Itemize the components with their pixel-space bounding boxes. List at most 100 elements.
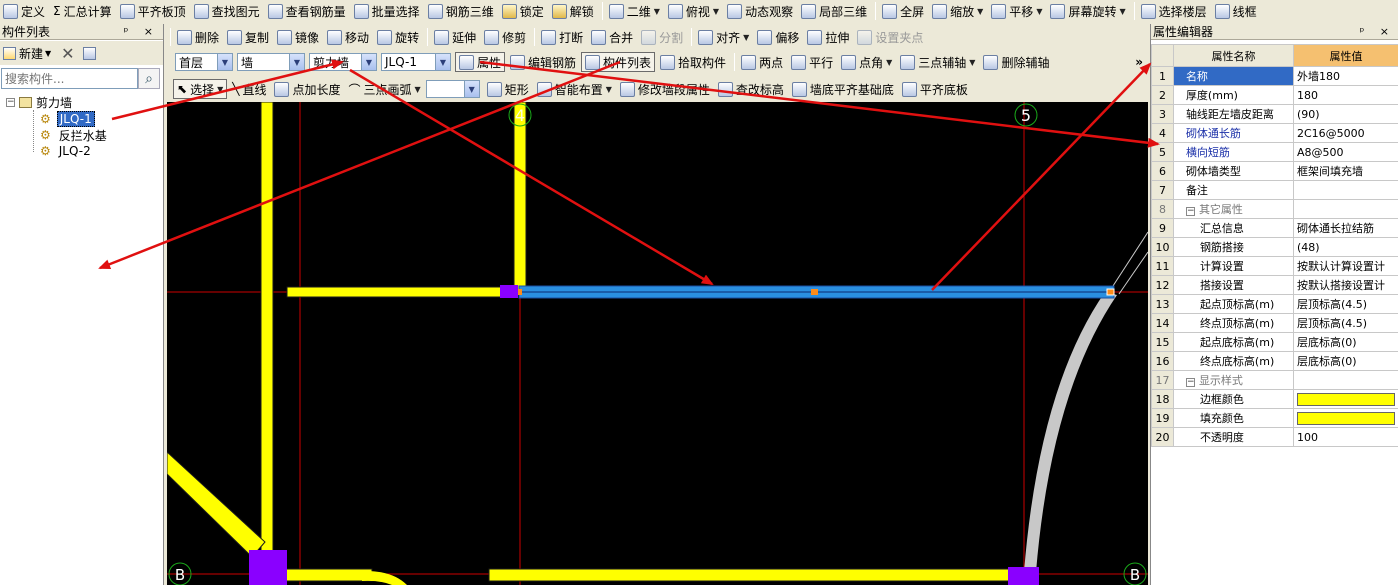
property-row[interactable]: 3 轴线距左墙皮距离 (90) [1151, 104, 1398, 124]
color-swatch[interactable] [1296, 411, 1395, 425]
property-value[interactable]: 100 [1292, 427, 1398, 447]
delete-icon[interactable]: ✕ [61, 44, 74, 63]
property-value[interactable]: (48) [1292, 237, 1398, 257]
copy-icon[interactable] [82, 46, 96, 60]
wall-bottom-align-button[interactable]: 墙底平齐基础底 [789, 79, 897, 99]
property-value[interactable] [1292, 370, 1398, 390]
property-row[interactable]: 15 起点底标高(m) 层底标高(0) [1151, 332, 1398, 352]
property-row[interactable]: 12 搭接设置 按默认搭接设置计 [1151, 275, 1398, 295]
edit-rebar-button[interactable]: 编辑钢筋 [507, 52, 579, 72]
copy-button[interactable]: 复制 [224, 27, 272, 47]
property-row[interactable]: 6 砌体墙类型 框架间填充墙 [1151, 161, 1398, 181]
screen-rotate-dropdown[interactable]: 屏幕旋转 ▼ [1047, 1, 1128, 21]
grip-endpoint[interactable] [1106, 288, 1115, 296]
line-button[interactable]: ╲ 直线 [229, 79, 269, 99]
fullscreen-button[interactable]: 全屏 [879, 1, 927, 21]
pan-dropdown[interactable]: 平移 ▼ [988, 1, 1045, 21]
wall-bottom-center[interactable] [488, 568, 1010, 582]
property-value[interactable]: 180 [1292, 85, 1398, 105]
property-row[interactable]: 8− 其它属性 [1151, 199, 1398, 219]
collapse-icon[interactable]: − [1185, 378, 1195, 387]
dynamic-view-button[interactable]: 动态观察 [724, 1, 796, 21]
property-row[interactable]: 7 备注 [1151, 180, 1398, 200]
view-rebar-button[interactable]: 查看钢筋量 [265, 1, 349, 21]
type-select[interactable]: 剪力墙 ▼ [309, 53, 377, 71]
extend-button[interactable]: 延伸 [431, 27, 479, 47]
three-point-axis-button[interactable]: 三点辅轴 ▼ [897, 52, 978, 72]
wireframe-button[interactable]: 线框 [1212, 1, 1260, 21]
rotate-button[interactable]: 旋转 [374, 27, 422, 47]
color-swatch[interactable] [1296, 392, 1395, 406]
property-value[interactable]: 外墙180 [1292, 66, 1398, 86]
tree-root-shear-wall[interactable]: − 剪力墙 [6, 94, 72, 110]
property-value[interactable]: 层底标高(0) [1292, 351, 1398, 371]
property-value[interactable]: 层底标高(0) [1292, 332, 1398, 352]
collapse-icon[interactable]: − [6, 97, 15, 107]
property-row[interactable]: 19 填充颜色 [1151, 408, 1398, 428]
align-slab-top-button[interactable]: 平齐板顶 [117, 1, 189, 21]
component-list-button[interactable]: 构件列表 [581, 52, 656, 72]
column-bottom-right[interactable] [1008, 567, 1039, 585]
wall-bottom-left[interactable] [276, 568, 373, 582]
category-select[interactable]: 墙 ▼ [237, 53, 305, 71]
property-value[interactable]: 2C16@5000 [1292, 123, 1398, 143]
property-row[interactable]: 9 汇总信息 砌体通长拉结筋 [1151, 218, 1398, 238]
tree-item-jlq-2[interactable]: ⚙ JLQ-2 [34, 143, 93, 159]
view-2d-dropdown[interactable]: 二维 ▼ [606, 1, 663, 21]
smart-layout-dropdown[interactable]: 智能布置 ▼ [534, 79, 615, 99]
property-value[interactable]: 砌体通长拉结筋 [1292, 218, 1398, 238]
blank-combo[interactable]: ▼ [425, 80, 480, 98]
mirror-button[interactable]: 镜像 [274, 27, 322, 47]
select-floor-button[interactable]: 选择楼层 [1138, 1, 1210, 21]
rectangle-button[interactable]: 矩形 [484, 79, 532, 99]
collapse-icon[interactable]: − [1185, 207, 1195, 216]
merge-button[interactable]: 合并 [588, 27, 636, 47]
wall-arc-bottom[interactable] [362, 570, 407, 585]
select-dropdown[interactable]: ⬉ 选择 ▼ [173, 79, 228, 99]
properties-button[interactable]: 属性 [455, 52, 506, 72]
property-row[interactable]: 4 砌体通长筋 2C16@5000 [1151, 123, 1398, 143]
property-row[interactable]: 1 名称 外墙180 [1151, 66, 1398, 86]
new-component-button[interactable]: 新建 ▼ [3, 45, 51, 62]
batch-select-button[interactable]: 批量选择 [351, 1, 423, 21]
drawing-svg[interactable]: 4 5 B B [167, 102, 1148, 585]
property-row[interactable]: 18 边框颜色 [1151, 389, 1398, 409]
three-point-arc-button[interactable]: ⌒ 三点画弧 ▼ [346, 79, 424, 99]
property-row[interactable]: 10 钢筋搭接 (48) [1151, 237, 1398, 257]
lock-button[interactable]: 锁定 [499, 1, 547, 21]
component-select[interactable]: JLQ-1 ▼ [381, 53, 451, 71]
column-junction[interactable] [500, 285, 518, 298]
search-icon[interactable]: ⌕ [138, 68, 160, 89]
summary-calc-button[interactable]: Σ 汇总计算 [50, 1, 115, 21]
check-elevation-button[interactable]: 查改标高 [715, 79, 787, 99]
pick-component-button[interactable]: 拾取构件 [657, 52, 729, 72]
column-bottom-left[interactable] [249, 550, 287, 585]
parallel-button[interactable]: 平行 [788, 52, 836, 72]
floor-select[interactable]: 首层 ▼ [175, 53, 233, 71]
property-value[interactable] [1292, 389, 1398, 409]
set-grip-button[interactable]: 设置夹点 [854, 27, 926, 47]
property-row[interactable]: 5 横向短筋 A8@500 [1151, 142, 1398, 162]
property-row[interactable]: 11 计算设置 按默认计算设置计 [1151, 256, 1398, 276]
property-value[interactable] [1292, 199, 1398, 219]
zoom-dropdown[interactable]: 缩放 ▼ [929, 1, 986, 21]
move-button[interactable]: 移动 [324, 27, 372, 47]
wall-vertical-axis4[interactable] [513, 102, 527, 293]
property-row[interactable]: 17− 显示样式 [1151, 370, 1398, 390]
point-angle-button[interactable]: 点角 ▼ [838, 52, 895, 72]
property-value[interactable] [1292, 180, 1398, 200]
align-dropdown[interactable]: 对齐 ▼ [695, 27, 752, 47]
delete-axis-button[interactable]: 删除辅轴 [980, 52, 1052, 72]
tree-item-water-curb[interactable]: ⚙ 反拦水基 [34, 127, 109, 143]
property-value[interactable]: (90) [1292, 104, 1398, 124]
property-value[interactable] [1292, 408, 1398, 428]
split-button[interactable]: 分割 [638, 27, 686, 47]
define-button[interactable]: 定义 [0, 1, 48, 21]
grip-midpoint[interactable] [811, 289, 818, 295]
rebar-3d-button[interactable]: 钢筋三维 [425, 1, 497, 21]
stretch-button[interactable]: 拉伸 [804, 27, 852, 47]
tree-item-jlq-1[interactable]: ⚙ JLQ-1 [34, 111, 95, 127]
property-value[interactable]: 层顶标高(4.5) [1292, 313, 1398, 333]
wall-arc-grey[interactable] [1024, 292, 1117, 572]
property-value[interactable]: 层顶标高(4.5) [1292, 294, 1398, 314]
